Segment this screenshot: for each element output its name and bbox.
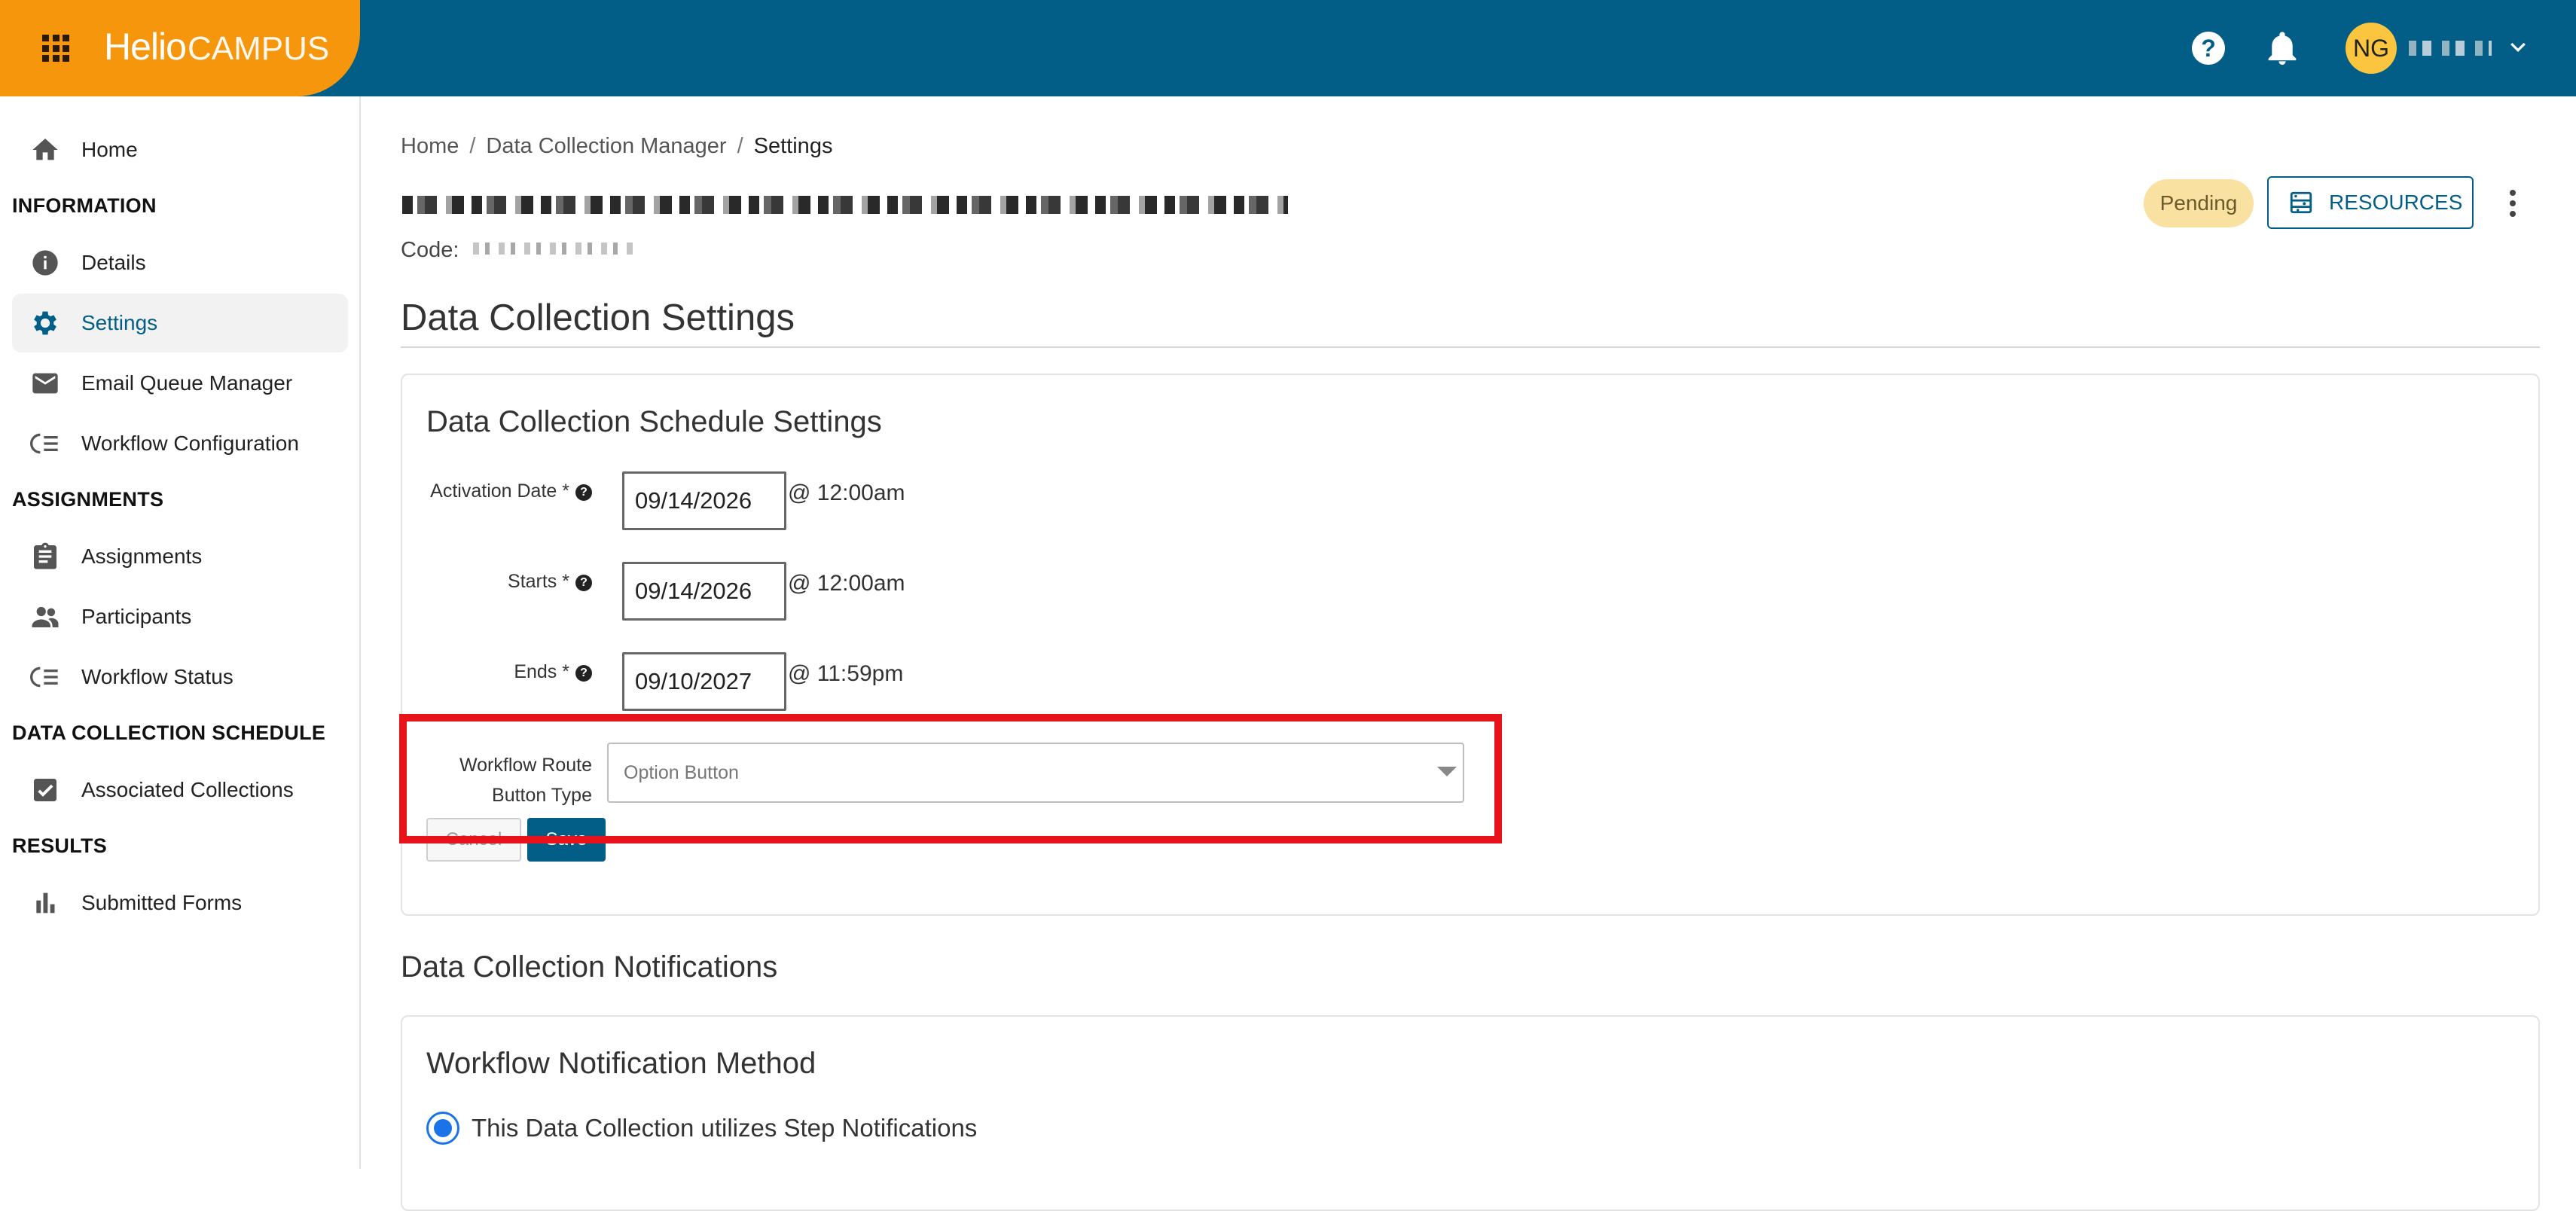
clipboard-icon <box>29 540 62 573</box>
notification-method-title: Workflow Notification Method <box>426 1047 816 1080</box>
info-icon <box>29 246 62 279</box>
breadcrumb-separator: / <box>469 134 476 158</box>
starts-date-input[interactable]: 09/14/2026 <box>622 562 786 621</box>
sidebar-item-submitted-forms[interactable]: Submitted Forms <box>12 874 348 932</box>
title-divider <box>401 346 2540 348</box>
bar-chart-icon <box>29 886 62 920</box>
workflow-route-select[interactable]: Option Button <box>607 743 1464 803</box>
activation-date-label-text: Activation Date * <box>430 480 569 502</box>
resources-icon <box>2290 191 2312 214</box>
ends-date-input[interactable]: 09/10/2027 <box>622 652 786 711</box>
cancel-button[interactable]: Cancel <box>426 818 521 862</box>
breadcrumb: Home / Data Collection Manager / Settings <box>401 134 832 159</box>
sidebar-item-label: Workflow Status <box>81 665 233 688</box>
resources-button-label: RESOURCES <box>2329 191 2463 214</box>
sidebar-item-workflow-configuration[interactable]: Workflow Configuration <box>12 414 348 473</box>
sidebar-item-label: Home <box>81 138 138 161</box>
workflow-list-icon <box>29 660 62 694</box>
people-icon <box>29 600 62 633</box>
sidebar-item-email-queue[interactable]: Email Queue Manager <box>12 354 348 413</box>
sidebar-item-label: Submitted Forms <box>81 891 243 914</box>
checkbox-checked-icon <box>29 773 62 807</box>
home-icon <box>29 133 62 166</box>
workflow-route-label-line2: Button Type <box>492 785 592 806</box>
help-circle-icon[interactable]: ? <box>575 484 592 501</box>
sidebar-item-label: Details <box>81 251 146 274</box>
sidebar-section-assignments: ASSIGNMENTS <box>12 488 164 511</box>
starts-time: @ 12:00am <box>788 571 905 596</box>
chevron-down-icon[interactable] <box>2507 36 2529 59</box>
sidebar-item-associated-collections[interactable]: Associated Collections <box>12 761 348 819</box>
notifications-section-title: Data Collection Notifications <box>401 950 778 984</box>
schedule-settings-card <box>401 374 2540 916</box>
help-icon[interactable]: ? <box>2192 32 2225 65</box>
ends-label: Ends *? <box>514 661 592 683</box>
step-notifications-radio[interactable] <box>426 1112 459 1145</box>
sidebar-item-label: Associated Collections <box>81 778 294 801</box>
ends-time: @ 11:59pm <box>788 661 904 686</box>
brand-name-part1: Helio <box>104 26 187 68</box>
breadcrumb-separator: / <box>737 134 743 158</box>
workflow-route-label-line1: Workflow Route <box>459 755 592 776</box>
brand-area: HelioCAMPUS <box>0 0 360 96</box>
starts-label: Starts *? <box>508 571 592 593</box>
breadcrumb-manager-link[interactable]: Data Collection Manager <box>486 134 726 158</box>
sidebar-item-label: Participants <box>81 605 192 628</box>
breadcrumb-current: Settings <box>753 134 833 158</box>
sidebar-section-information: INFORMATION <box>12 194 157 217</box>
save-button[interactable]: Save <box>527 818 606 862</box>
help-circle-icon[interactable]: ? <box>575 575 592 591</box>
sidebar-section-results: RESULTS <box>12 834 108 857</box>
sidebar-item-assignments[interactable]: Assignments <box>12 527 348 586</box>
notification-bell-icon[interactable] <box>2266 30 2299 66</box>
workflow-route-selected-value: Option Button <box>624 762 739 783</box>
user-avatar[interactable]: NG <box>2346 23 2397 74</box>
sidebar-item-settings[interactable]: Settings <box>12 294 348 352</box>
username-redacted[interactable] <box>2409 41 2492 56</box>
page-title: Data Collection Settings <box>401 297 795 338</box>
workflow-list-icon <box>29 427 62 460</box>
code-value-redacted <box>473 243 639 255</box>
help-circle-icon[interactable]: ? <box>575 665 592 682</box>
sidebar-item-home[interactable]: Home <box>12 120 348 179</box>
sidebar-item-details[interactable]: Details <box>12 233 348 292</box>
sidebar-item-workflow-status[interactable]: Workflow Status <box>12 648 348 706</box>
gear-icon <box>29 307 62 340</box>
status-badge: Pending <box>2144 179 2254 227</box>
sidebar-section-schedule: DATA COLLECTION SCHEDULE <box>12 721 326 744</box>
brand-name-part2: CAMPUS <box>187 30 330 67</box>
sidebar-item-label: Workflow Configuration <box>81 432 299 455</box>
workflow-route-label: Workflow Route Button Type <box>459 750 592 810</box>
starts-label-text: Starts * <box>508 571 569 592</box>
schedule-card-title: Data Collection Schedule Settings <box>426 405 882 438</box>
brand-logo[interactable]: HelioCAMPUS <box>104 20 329 76</box>
collection-title-redacted <box>402 196 1288 214</box>
apps-grid-icon[interactable] <box>42 35 69 62</box>
sidebar-item-label: Email Queue Manager <box>81 371 293 395</box>
sidebar-item-label: Assignments <box>81 544 203 568</box>
more-options-icon[interactable] <box>2505 188 2520 218</box>
sidebar-item-participants[interactable]: Participants <box>12 587 348 646</box>
activation-date-label: Activation Date *? <box>430 480 592 502</box>
ends-label-text: Ends * <box>514 661 569 682</box>
resources-button[interactable]: RESOURCES <box>2267 176 2474 229</box>
activation-date-input[interactable]: 09/14/2026 <box>622 471 786 530</box>
activation-time: @ 12:00am <box>788 480 905 505</box>
code-label: Code: <box>401 238 459 262</box>
mail-icon <box>29 367 62 400</box>
top-bar <box>0 0 2576 96</box>
sidebar-item-label: Settings <box>81 311 158 334</box>
step-notifications-label[interactable]: This Data Collection utilizes Step Notif… <box>472 1112 977 1145</box>
caret-down-icon <box>1437 767 1457 776</box>
breadcrumb-home-link[interactable]: Home <box>401 134 459 158</box>
